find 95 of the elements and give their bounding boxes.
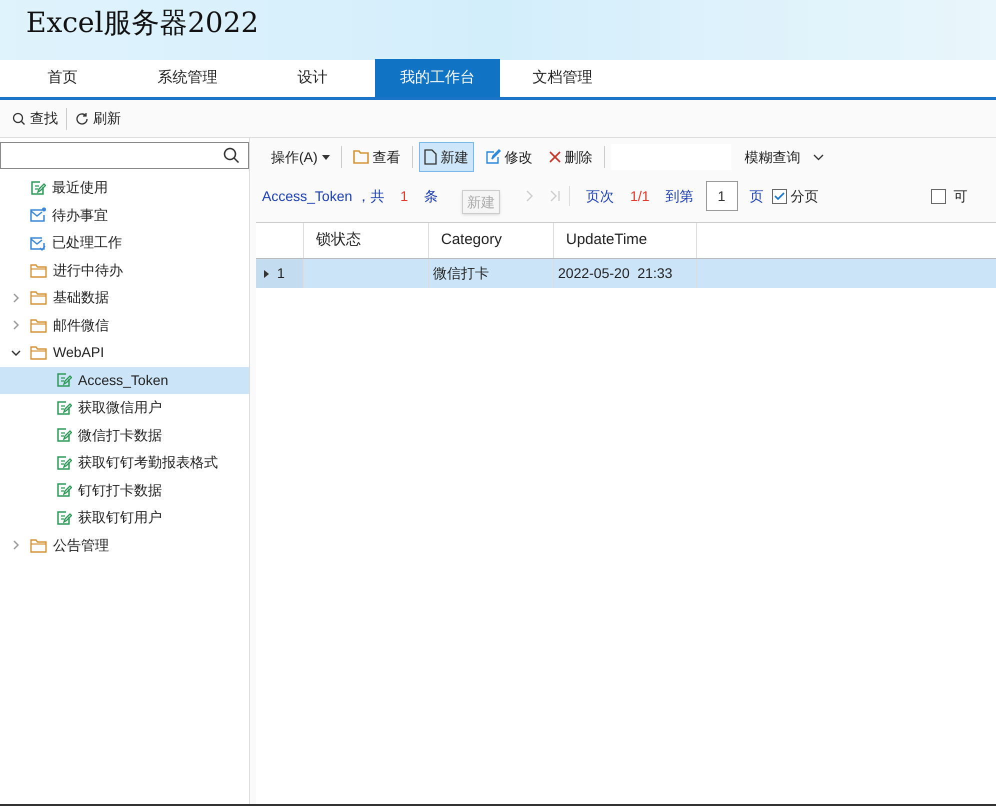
tree-item-label: 获取微信用户 (78, 398, 162, 418)
edit-document-icon (30, 180, 46, 196)
toolbar-button[interactable]: 新建 (418, 142, 474, 172)
tree-item-label: 获取钉钉考勤报表格式 (78, 453, 218, 472)
mail-dot-icon (30, 207, 46, 224)
page-input[interactable]: 1 (706, 181, 738, 211)
tree-item-label: 钉钉打卡数据 (78, 480, 162, 500)
folder-icon (30, 318, 47, 333)
edit-document-icon (56, 427, 72, 444)
tree-item[interactable]: 公告管理 (0, 532, 249, 559)
column-header[interactable]: UpdateTime (554, 223, 697, 258)
chevron-right-icon[interactable] (11, 320, 21, 330)
tree-item-label: 公告管理 (53, 536, 109, 555)
check-icon (774, 192, 785, 200)
tree-item[interactable]: 待办事宜 (0, 202, 249, 229)
tooltip: 新建 (462, 190, 500, 214)
query-mode-dropdown[interactable]: 模糊查询 (744, 146, 824, 168)
column-header[interactable]: 锁状态 (304, 223, 429, 258)
table-cell-text: 微信打卡 (433, 264, 489, 283)
record-name: Access_Token (262, 186, 352, 206)
paging-checkbox[interactable] (772, 188, 787, 204)
page-label: 页次 (586, 186, 614, 206)
table-cell-text: 2022-05-20 21:33 (558, 264, 672, 283)
tab[interactable]: 我的工作台 (375, 59, 500, 97)
edit-document-icon (56, 482, 72, 498)
tree-item[interactable]: WebAPI (0, 339, 249, 366)
folder-icon (30, 290, 47, 306)
chevron-down-icon (812, 154, 824, 160)
goto-label: 到第 (666, 186, 694, 206)
tree-item[interactable]: 已处理工作 (0, 229, 249, 256)
tree-item[interactable]: 微信打卡数据 (0, 422, 249, 449)
search-button[interactable]: 查找 (12, 108, 58, 129)
toolbar-button[interactable]: 删除 (544, 142, 598, 172)
tree-item[interactable]: 获取微信用户 (0, 394, 249, 422)
extra-label: 可 (954, 186, 968, 206)
dropdown-caret-icon (322, 154, 330, 160)
row-pointer-icon (264, 270, 269, 278)
close-icon (548, 151, 561, 163)
tree-item[interactable]: 最近使用 (0, 174, 249, 202)
search-field[interactable] (0, 142, 249, 169)
folder-icon (352, 150, 369, 164)
paging-label: 分页 (790, 186, 819, 206)
folder-icon (30, 262, 47, 278)
toolbar-button[interactable]: 修改 (480, 142, 538, 172)
page-number: 1/1 (630, 186, 650, 206)
tab[interactable]: 首页 (0, 59, 125, 97)
mail-check-icon (30, 234, 46, 251)
tree-item-label: 已处理工作 (52, 233, 122, 252)
total-label: ，共 (356, 186, 384, 206)
app-title: Excel服务器2022 (26, 6, 259, 39)
extra-checkbox[interactable] (930, 188, 946, 204)
tree-item-label: 最近使用 (52, 178, 108, 198)
tree-item-label: 待办事宜 (52, 206, 108, 225)
tree-item-label: 进行中待办 (53, 260, 123, 280)
tree-item-label: 获取钉钉用户 (78, 508, 162, 528)
tree-item[interactable]: 进行中待办 (0, 256, 249, 284)
menu-button[interactable]: 操作(A) (266, 142, 335, 172)
unit-label: 条 (424, 186, 438, 206)
tree-item-label: 微信打卡数据 (78, 426, 162, 445)
search-icon (223, 147, 240, 164)
chevron-down-icon[interactable] (11, 348, 21, 358)
tree-item[interactable]: 获取钉钉考勤报表格式 (0, 449, 249, 476)
refresh-icon (75, 112, 89, 126)
tree-item-label: Access_Token (78, 370, 168, 390)
toolbar-button[interactable]: 查看 (348, 142, 406, 172)
refresh-button[interactable]: 刷新 (75, 108, 121, 129)
folder-icon (30, 538, 47, 553)
edit-document-icon (56, 454, 72, 471)
tree-item[interactable]: 基础数据 (0, 284, 249, 312)
tree-item[interactable]: 获取钉钉用户 (0, 504, 249, 532)
tab[interactable]: 系统管理 (125, 59, 250, 97)
blank-page-icon (424, 149, 437, 165)
table-row[interactable]: 1 微信打卡 2022-05-20 21:33 (256, 259, 996, 288)
folder-icon (30, 345, 47, 360)
edit-document-icon (56, 372, 72, 388)
tree-item[interactable]: Access_Token (0, 366, 249, 394)
record-count: 1 (400, 186, 408, 206)
tree-item[interactable]: 邮件微信 (0, 312, 249, 339)
tree-item-label: 邮件微信 (53, 316, 109, 335)
edit-document-icon (56, 510, 72, 526)
row-number: 1 (277, 264, 285, 283)
next-page-icon[interactable] (526, 190, 534, 202)
last-page-icon[interactable] (550, 190, 562, 202)
tree-item-label: WebAPI (53, 343, 104, 362)
search-icon (12, 112, 26, 126)
tree-item[interactable]: 钉钉打卡数据 (0, 476, 249, 504)
column-header[interactable]: Category (429, 223, 554, 258)
tree-item-label: 基础数据 (53, 288, 109, 308)
chevron-right-icon[interactable] (11, 540, 21, 550)
chevron-right-icon[interactable] (11, 292, 21, 303)
tab[interactable]: 设计 (250, 59, 375, 97)
edit-document-icon (56, 400, 72, 416)
edit-icon (484, 149, 501, 165)
tab[interactable]: 文档管理 (500, 59, 625, 97)
page-unit-label: 页 (750, 186, 764, 206)
